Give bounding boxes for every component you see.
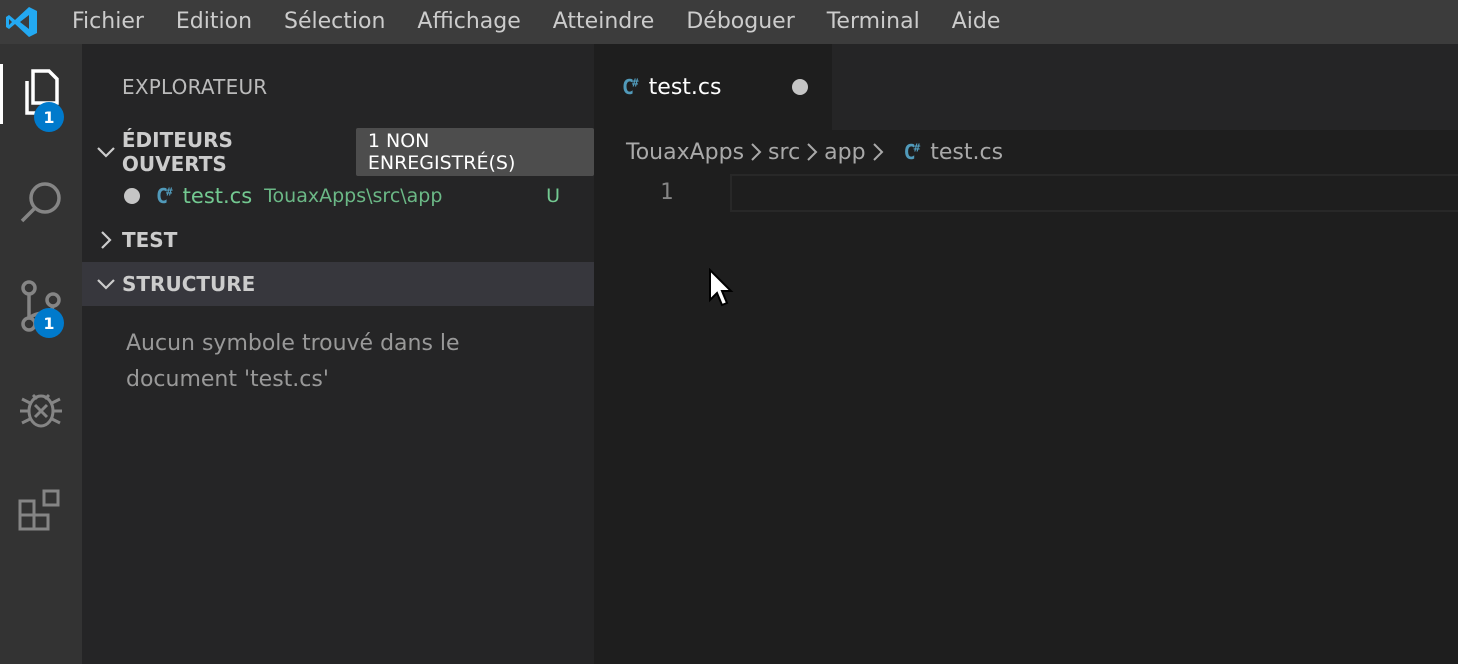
chevron-down-icon	[90, 130, 122, 174]
debug-activity[interactable]	[0, 370, 82, 450]
chevron-right-icon	[90, 218, 122, 262]
extensions-icon	[16, 489, 66, 543]
chevron-right-icon	[806, 142, 818, 162]
open-editor-item[interactable]: C# test.cs TouaxApps\src\app U	[82, 174, 594, 218]
menu-aide[interactable]: Aide	[936, 0, 1017, 44]
line-number: 1	[660, 180, 674, 205]
menu-deboguer[interactable]: Déboguer	[670, 0, 810, 44]
tab-test-cs[interactable]: C# test.cs	[594, 44, 832, 130]
explorer-activity[interactable]: 1	[0, 54, 82, 134]
test-folder-label: TEST	[122, 228, 178, 252]
structure-label: STRUCTURE	[122, 272, 256, 296]
csharp-file-icon: C#	[903, 140, 921, 164]
chevron-right-icon	[872, 142, 884, 162]
open-editor-path: TouaxApps\src\app	[264, 185, 443, 207]
source-control-activity[interactable]: 1	[0, 268, 82, 348]
source-control-badge: 1	[34, 308, 64, 338]
breadcrumb-item[interactable]: src	[768, 140, 800, 165]
menu-atteindre[interactable]: Atteindre	[537, 0, 671, 44]
mouse-pointer-icon	[708, 267, 734, 312]
editor-tabs: C# test.cs	[594, 44, 1458, 130]
menu-terminal[interactable]: Terminal	[811, 0, 936, 44]
menu-edition[interactable]: Edition	[160, 0, 268, 44]
menu-fichier[interactable]: Fichier	[56, 0, 160, 44]
unsaved-dot-icon[interactable]	[792, 79, 808, 95]
editor-area: C# test.cs TouaxApps src app C# test.cs …	[594, 44, 1458, 664]
chevron-right-icon	[750, 142, 762, 162]
open-editors-header[interactable]: ÉDITEURS OUVERTS 1 NON ENREGISTRÉ(S)	[82, 128, 594, 176]
search-icon	[17, 178, 65, 230]
csharp-file-icon: C#	[156, 184, 173, 208]
test-folder-header[interactable]: TEST	[82, 218, 594, 262]
vscode-logo-icon	[0, 0, 44, 44]
unsaved-dot-icon[interactable]	[124, 188, 140, 204]
tab-label: test.cs	[648, 74, 722, 100]
breadcrumb-item[interactable]: TouaxApps	[626, 140, 744, 165]
breadcrumb: TouaxApps src app C# test.cs	[594, 130, 1458, 174]
activity-bar: 1 1	[0, 44, 82, 664]
structure-empty-message: Aucun symbole trouvé dans le document 't…	[126, 331, 460, 392]
debug-icon	[16, 383, 66, 437]
explorer-sidebar: EXPLORATEUR ÉDITEURS OUVERTS 1 NON ENREG…	[82, 44, 594, 664]
breadcrumb-item[interactable]: app	[824, 140, 865, 165]
menu: Fichier Edition Sélection Affichage Atte…	[56, 0, 1016, 44]
menu-affichage[interactable]: Affichage	[401, 0, 536, 44]
structure-header[interactable]: STRUCTURE	[82, 262, 594, 306]
sidebar-title: EXPLORATEUR	[122, 75, 268, 99]
menu-selection[interactable]: Sélection	[268, 0, 401, 44]
current-line-highlight	[730, 174, 1458, 212]
search-activity[interactable]	[0, 164, 82, 244]
git-status-untracked: U	[546, 185, 560, 207]
open-editors-label: ÉDITEURS OUVERTS	[121, 128, 233, 176]
open-editor-filename: test.cs	[182, 184, 253, 208]
explorer-badge: 1	[34, 102, 64, 132]
extensions-activity[interactable]	[0, 476, 82, 556]
code-line[interactable]: 1	[594, 174, 1458, 212]
unsaved-count-badge: 1 NON ENREGISTRÉ(S)	[355, 128, 594, 176]
chevron-down-icon	[90, 262, 122, 306]
csharp-file-icon: C#	[622, 75, 639, 99]
menu-bar: Fichier Edition Sélection Affichage Atte…	[0, 0, 1458, 44]
breadcrumb-item[interactable]: test.cs	[930, 140, 1003, 165]
